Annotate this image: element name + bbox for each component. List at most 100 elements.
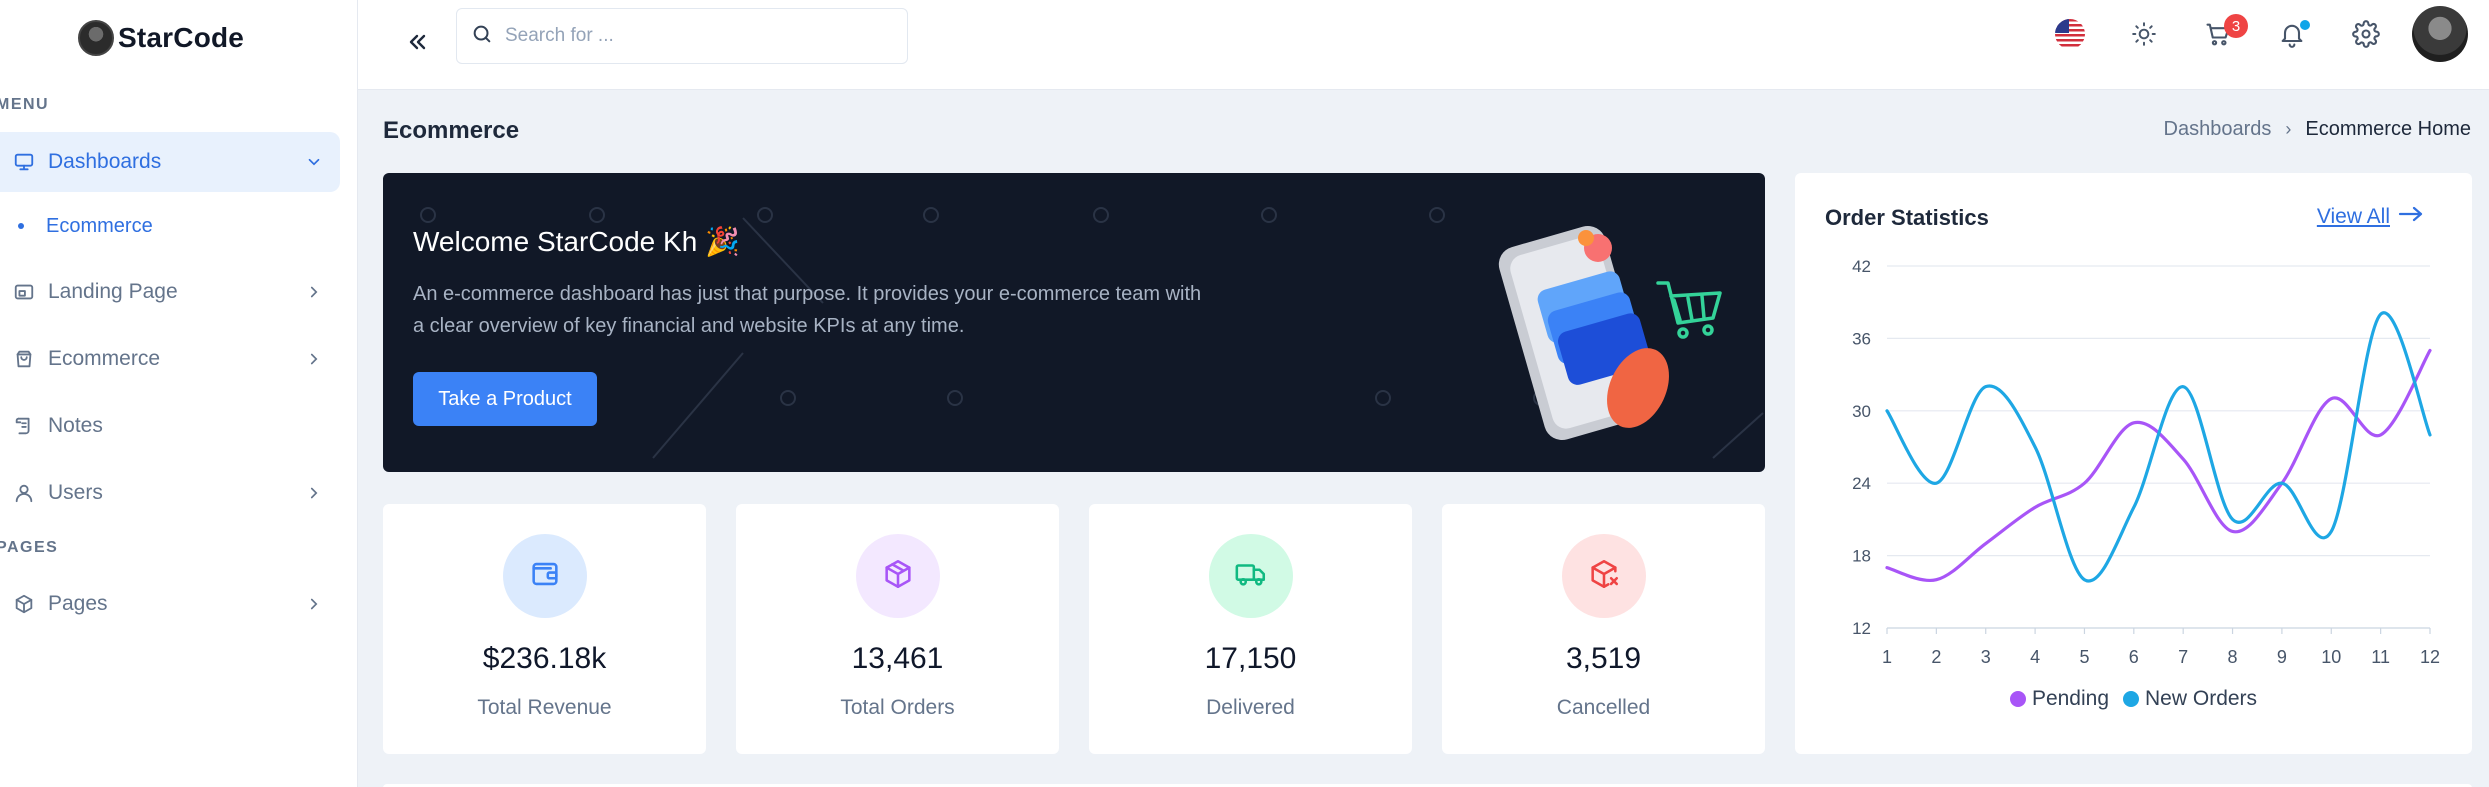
breadcrumb-current: Ecommerce Home xyxy=(2305,118,2471,140)
sidebar-item-landing-page[interactable]: Landing Page xyxy=(0,262,340,322)
stat-label: Total Orders xyxy=(840,696,955,719)
package-icon xyxy=(881,557,915,596)
order-statistics-card: Order Statistics View All 12 18 24 30 36 42 1 2… xyxy=(1795,173,2472,754)
x-tick-label: 5 xyxy=(2079,647,2089,667)
chevron-right-icon xyxy=(302,347,326,371)
brand-name: StarCode xyxy=(118,22,245,53)
user-icon xyxy=(10,479,38,507)
bullet-icon xyxy=(18,223,24,229)
y-tick-label: 18 xyxy=(1852,547,1871,566)
y-tick-label: 24 xyxy=(1852,474,1871,493)
chevron-right-icon xyxy=(302,592,326,616)
sidebar-item-label: Notes xyxy=(48,414,103,437)
sidebar-item-label: Landing Page xyxy=(48,280,178,303)
language-button[interactable] xyxy=(2048,14,2092,58)
monitor-icon xyxy=(10,148,38,176)
brand-logo[interactable]: StarCode xyxy=(78,18,244,58)
y-tick-label: 30 xyxy=(1852,402,1871,421)
stat-icon-wrapper xyxy=(856,534,940,618)
phone-illustration xyxy=(1498,225,1722,441)
search-input[interactable] xyxy=(505,25,885,47)
truck-icon xyxy=(1234,557,1268,596)
sidebar-item-ecommerce[interactable]: Ecommerce xyxy=(0,329,340,389)
chevrons-left-icon xyxy=(406,30,430,59)
x-tick-label: 11 xyxy=(2371,647,2390,667)
layout-icon xyxy=(10,278,38,306)
breadcrumb-link-dashboards[interactable]: Dashboards xyxy=(2164,118,2272,141)
search-box xyxy=(456,8,908,64)
series-line-new-orders xyxy=(1885,311,2432,583)
package-x-icon xyxy=(1587,557,1621,596)
wallet-icon xyxy=(528,557,562,596)
topbar: 3 xyxy=(358,0,2489,90)
x-tick-label: 3 xyxy=(1981,647,1991,667)
gear-icon xyxy=(2352,19,2380,53)
theme-toggle-button[interactable] xyxy=(2122,14,2166,58)
stat-icon-wrapper xyxy=(1562,534,1646,618)
stat-icon-wrapper xyxy=(503,534,587,618)
legend-label: Pending xyxy=(2031,687,2110,710)
stat-value: $236.18k xyxy=(482,642,607,675)
stat-card-delivered: 17,150 Delivered xyxy=(1089,504,1412,754)
banner-description: An e-commerce dashboard has just that pu… xyxy=(413,283,1202,337)
x-tick-label: 2 xyxy=(1931,647,1941,667)
x-tick-label: 4 xyxy=(2030,647,2040,667)
sidebar-item-label: Ecommerce xyxy=(48,347,161,370)
page-title: Ecommerce xyxy=(383,117,520,144)
cart-button[interactable]: 3 xyxy=(2196,14,2248,58)
legend-label: New Orders xyxy=(2145,687,2258,710)
stat-card-total-orders: 13,461 Total Orders xyxy=(736,504,1059,754)
stat-value: 13,461 xyxy=(851,642,944,675)
stat-label: Delivered xyxy=(1206,696,1295,719)
sidebar: StarCode Menu Dashboards Ecommerce Landi… xyxy=(0,0,358,787)
cart-count-badge: 3 xyxy=(2224,14,2248,38)
sidebar-item-label: Users xyxy=(48,481,103,504)
settings-button[interactable] xyxy=(2344,14,2388,58)
sidebar-item-notes[interactable]: Notes xyxy=(0,396,340,456)
take-a-product-button[interactable]: Take a Product xyxy=(413,372,597,426)
sidebar-item-pages[interactable]: Pages xyxy=(0,574,340,634)
user-avatar[interactable] xyxy=(2412,6,2468,62)
cube-icon xyxy=(10,590,38,618)
breadcrumb: Dashboards › Ecommerce Home xyxy=(2164,118,2471,141)
y-tick-label: 36 xyxy=(1852,329,1871,348)
welcome-banner: Welcome StarCode Kh 🎉 An e-commerce dash… xyxy=(383,173,1765,472)
logo-avatar-icon xyxy=(78,20,114,56)
stat-label: Total Revenue xyxy=(477,696,612,719)
legend-item-pending[interactable]: Pending xyxy=(2009,687,2110,711)
x-tick-label: 12 xyxy=(2420,647,2440,667)
legend-marker-new-orders xyxy=(2123,691,2140,707)
stat-value: 3,519 xyxy=(1565,642,1642,675)
legend-item-new-orders[interactable]: New Orders xyxy=(2123,687,2257,711)
x-tick-label: 10 xyxy=(2321,647,2341,667)
x-tick-label: 1 xyxy=(1882,647,1892,667)
notifications-button[interactable] xyxy=(2270,14,2314,58)
breadcrumb-separator: › xyxy=(2285,119,2292,139)
sidebar-collapse-button[interactable] xyxy=(396,22,440,66)
chart-legend: Pending New Orders xyxy=(1795,687,2472,711)
sidebar-item-dashboards[interactable]: Dashboards xyxy=(0,132,340,192)
order-statistics-chart: 1218243036421 2 3 4 5 6 7 8 9 10 11 12 xyxy=(1852,257,2440,667)
menu-heading: Menu xyxy=(0,96,50,113)
us-flag-icon xyxy=(2054,18,2086,55)
sidebar-item-label: Pages xyxy=(48,592,108,615)
y-tick-label: 12 xyxy=(1852,619,1871,638)
stat-card-total-revenue: $236.18k Total Revenue xyxy=(383,504,706,754)
sun-icon xyxy=(2131,21,2157,52)
stat-value: 17,150 xyxy=(1204,642,1297,675)
x-tick-label: 9 xyxy=(2277,647,2287,667)
x-tick-label: 6 xyxy=(2129,647,2139,667)
stat-label: Cancelled xyxy=(1556,696,1651,719)
search-icon xyxy=(471,23,493,50)
stat-card-cancelled: 3,519 Cancelled xyxy=(1442,504,1765,754)
scroll-icon xyxy=(10,412,38,440)
sidebar-subitem-label: Ecommerce xyxy=(46,214,153,237)
chevron-right-icon xyxy=(302,280,326,304)
notification-dot xyxy=(2300,20,2310,30)
sidebar-item-users[interactable]: Users xyxy=(0,463,340,523)
x-tick-label: 8 xyxy=(2228,647,2238,667)
stat-icon-wrapper xyxy=(1209,534,1293,618)
sidebar-subitem-ecommerce[interactable]: Ecommerce xyxy=(0,201,340,251)
chevron-right-icon xyxy=(302,481,326,505)
chevron-down-icon xyxy=(302,150,326,174)
